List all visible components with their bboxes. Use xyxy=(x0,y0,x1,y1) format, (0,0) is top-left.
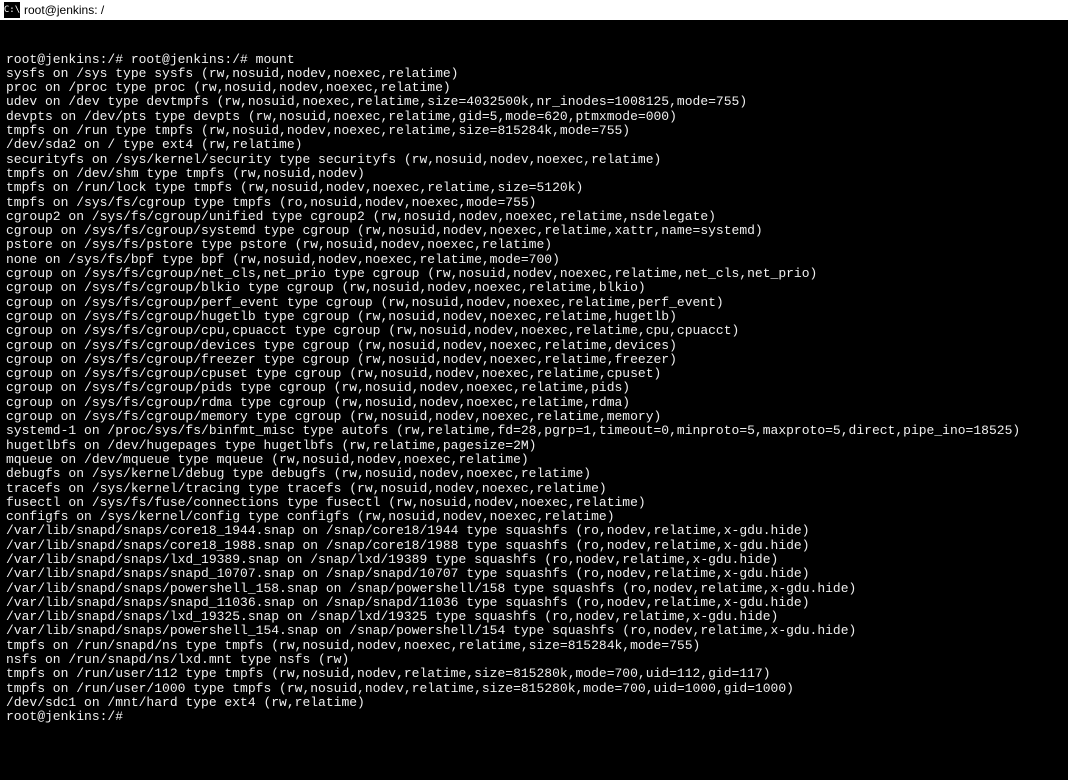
terminal-viewport[interactable]: root@jenkins:/# root@jenkins:/# mountsys… xyxy=(0,20,1068,780)
terminal-line: cgroup on /sys/fs/cgroup/pids type cgrou… xyxy=(6,381,1062,395)
terminal-icon: C:\ xyxy=(4,2,20,18)
terminal-line: cgroup on /sys/fs/cgroup/net_cls,net_pri… xyxy=(6,267,1062,281)
terminal-line: /dev/sda2 on / type ext4 (rw,relatime) xyxy=(6,138,1062,152)
terminal-line: cgroup2 on /sys/fs/cgroup/unified type c… xyxy=(6,210,1062,224)
terminal-line: cgroup on /sys/fs/cgroup/perf_event type… xyxy=(6,296,1062,310)
terminal-line: root@jenkins:/# xyxy=(6,710,1062,724)
terminal-content: root@jenkins:/# root@jenkins:/# mountsys… xyxy=(6,53,1062,725)
terminal-line: cgroup on /sys/fs/cgroup/memory type cgr… xyxy=(6,410,1062,424)
terminal-line: nsfs on /run/snapd/ns/lxd.mnt type nsfs … xyxy=(6,653,1062,667)
terminal-line: cgroup on /sys/fs/cgroup/devices type cg… xyxy=(6,339,1062,353)
terminal-line: cgroup on /sys/fs/cgroup/blkio type cgro… xyxy=(6,281,1062,295)
terminal-line: tmpfs on /run/user/112 type tmpfs (rw,no… xyxy=(6,667,1062,681)
terminal-line: cgroup on /sys/fs/cgroup/hugetlb type cg… xyxy=(6,310,1062,324)
terminal-line: devpts on /dev/pts type devpts (rw,nosui… xyxy=(6,110,1062,124)
terminal-line: cgroup on /sys/fs/cgroup/freezer type cg… xyxy=(6,353,1062,367)
terminal-line: /dev/sdc1 on /mnt/hard type ext4 (rw,rel… xyxy=(6,696,1062,710)
terminal-line: mqueue on /dev/mqueue type mqueue (rw,no… xyxy=(6,453,1062,467)
terminal-line: /var/lib/snapd/snaps/snapd_11036.snap on… xyxy=(6,596,1062,610)
terminal-line: cgroup on /sys/fs/cgroup/systemd type cg… xyxy=(6,224,1062,238)
terminal-line: proc on /proc type proc (rw,nosuid,nodev… xyxy=(6,81,1062,95)
terminal-line: none on /sys/fs/bpf type bpf (rw,nosuid,… xyxy=(6,253,1062,267)
terminal-line: /var/lib/snapd/snaps/core18_1944.snap on… xyxy=(6,524,1062,538)
terminal-line: sysfs on /sys type sysfs (rw,nosuid,node… xyxy=(6,67,1062,81)
terminal-line: tmpfs on /run/lock type tmpfs (rw,nosuid… xyxy=(6,181,1062,195)
window-titlebar: C:\ root@jenkins: / xyxy=(0,0,1068,20)
terminal-line: /var/lib/snapd/snaps/powershell_158.snap… xyxy=(6,582,1062,596)
terminal-line: cgroup on /sys/fs/cgroup/rdma type cgrou… xyxy=(6,396,1062,410)
terminal-line: systemd-1 on /proc/sys/fs/binfmt_misc ty… xyxy=(6,424,1062,438)
terminal-line: /var/lib/snapd/snaps/lxd_19389.snap on /… xyxy=(6,553,1062,567)
terminal-line: udev on /dev type devtmpfs (rw,nosuid,no… xyxy=(6,95,1062,109)
terminal-line: /var/lib/snapd/snaps/snapd_10707.snap on… xyxy=(6,567,1062,581)
terminal-line: tracefs on /sys/kernel/tracing type trac… xyxy=(6,482,1062,496)
terminal-line: debugfs on /sys/kernel/debug type debugf… xyxy=(6,467,1062,481)
terminal-line: cgroup on /sys/fs/cgroup/cpuset type cgr… xyxy=(6,367,1062,381)
window-title: root@jenkins: / xyxy=(24,3,104,17)
terminal-line: /var/lib/snapd/snaps/core18_1988.snap on… xyxy=(6,539,1062,553)
terminal-line: tmpfs on /run type tmpfs (rw,nosuid,node… xyxy=(6,124,1062,138)
terminal-line: tmpfs on /dev/shm type tmpfs (rw,nosuid,… xyxy=(6,167,1062,181)
terminal-line: tmpfs on /sys/fs/cgroup type tmpfs (ro,n… xyxy=(6,196,1062,210)
terminal-line: securityfs on /sys/kernel/security type … xyxy=(6,153,1062,167)
terminal-line: /var/lib/snapd/snaps/lxd_19325.snap on /… xyxy=(6,610,1062,624)
terminal-line: cgroup on /sys/fs/cgroup/cpu,cpuacct typ… xyxy=(6,324,1062,338)
terminal-line: tmpfs on /run/user/1000 type tmpfs (rw,n… xyxy=(6,682,1062,696)
terminal-line: /var/lib/snapd/snaps/powershell_154.snap… xyxy=(6,624,1062,638)
terminal-line: tmpfs on /run/snapd/ns type tmpfs (rw,no… xyxy=(6,639,1062,653)
terminal-line: hugetlbfs on /dev/hugepages type hugetlb… xyxy=(6,439,1062,453)
terminal-line: configfs on /sys/kernel/config type conf… xyxy=(6,510,1062,524)
terminal-line: root@jenkins:/# root@jenkins:/# mount xyxy=(6,53,1062,67)
terminal-line: pstore on /sys/fs/pstore type pstore (rw… xyxy=(6,238,1062,252)
terminal-line: fusectl on /sys/fs/fuse/connections type… xyxy=(6,496,1062,510)
